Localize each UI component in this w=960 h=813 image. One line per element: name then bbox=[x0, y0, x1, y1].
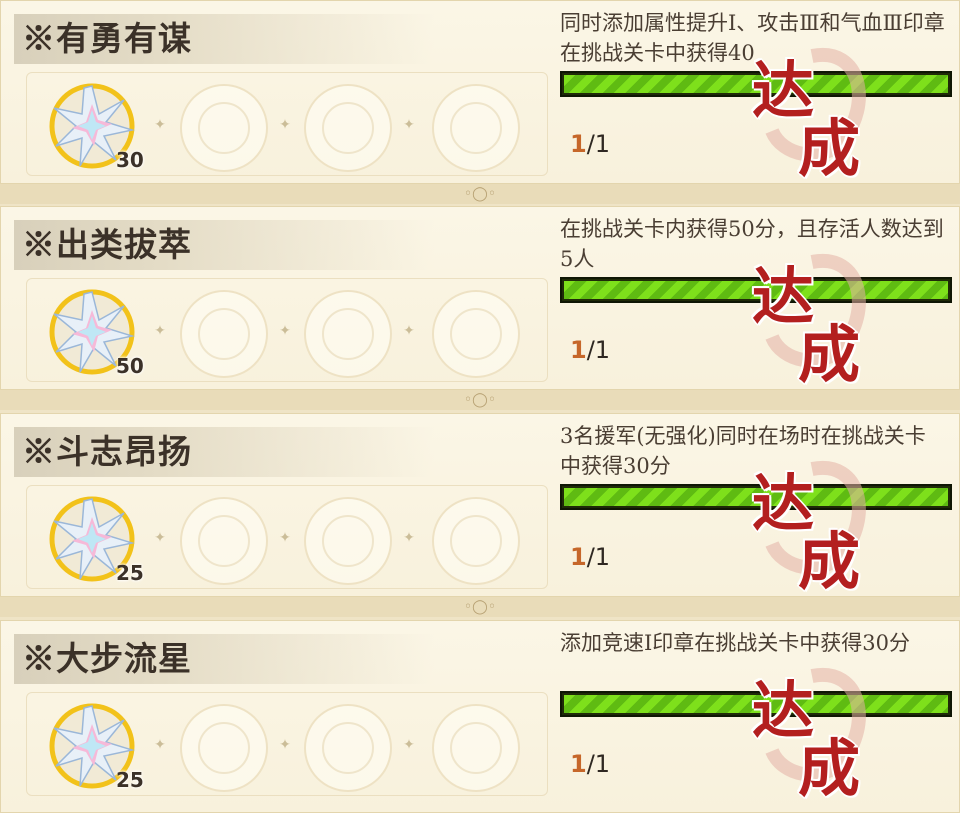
card-divider: ◦◯◦ bbox=[0, 184, 960, 204]
reward-count: 25 bbox=[116, 768, 144, 792]
reward-count: 30 bbox=[116, 148, 144, 172]
progress-text: 1/1 bbox=[570, 336, 610, 364]
ornament-divider-icon: ◦◯◦ bbox=[463, 599, 497, 615]
ornament-divider-icon: ◦◯◦ bbox=[463, 392, 497, 408]
completed-stamp: 达 成 bbox=[742, 656, 872, 805]
progress-text: 1/1 bbox=[570, 750, 610, 778]
stamp-char: 成 bbox=[798, 112, 861, 185]
divider-icon: ✦ bbox=[279, 737, 291, 753]
divider-icon: ✦ bbox=[403, 530, 415, 546]
card-divider: ◦◯◦ bbox=[0, 390, 960, 410]
empty-slot-icon bbox=[180, 84, 268, 172]
progress-text: 1/1 bbox=[570, 130, 610, 158]
completed-stamp: 达 成 bbox=[742, 242, 872, 391]
empty-slot-icon bbox=[304, 704, 392, 792]
divider-icon: ✦ bbox=[403, 117, 415, 133]
stamp-char: 成 bbox=[798, 318, 861, 391]
stamp-char: 成 bbox=[798, 525, 861, 598]
progress-current: 1 bbox=[570, 750, 587, 778]
empty-slot-icon bbox=[432, 84, 520, 172]
achievement-list: ※有勇有谋 30 ✦ ✦ ✦ 同时添加属性提升Ⅰ、攻击Ⅲ和气血Ⅲ印章在挑战关卡中… bbox=[0, 0, 960, 813]
progress-current: 1 bbox=[570, 336, 587, 364]
divider-icon: ✦ bbox=[403, 737, 415, 753]
progress-total: /1 bbox=[586, 750, 611, 778]
divider-icon: ✦ bbox=[403, 323, 415, 339]
achievement-card: ※斗志昂扬 25 ✦ ✦ ✦ 3名援军(无强化)同时在场时在挑战关卡中获得30分… bbox=[0, 413, 960, 598]
progress-current: 1 bbox=[570, 130, 587, 158]
achievement-title: ※有勇有谋 bbox=[22, 19, 192, 58]
empty-slot-icon bbox=[432, 290, 520, 378]
empty-slot-icon bbox=[304, 84, 392, 172]
achievement-title: ※出类拔萃 bbox=[22, 225, 192, 264]
completed-stamp: 达 成 bbox=[742, 449, 872, 598]
empty-slot-icon bbox=[180, 704, 268, 792]
achievement-card: ※出类拔萃 50 ✦ ✦ ✦ 在挑战关卡内获得50分，且存活人数达到5人 1/1… bbox=[0, 206, 960, 391]
reward-count: 25 bbox=[116, 561, 144, 585]
progress-text: 1/1 bbox=[570, 543, 610, 571]
ornament-divider-icon: ◦◯◦ bbox=[463, 186, 497, 202]
progress-total: /1 bbox=[586, 130, 611, 158]
achievement-card: ※有勇有谋 30 ✦ ✦ ✦ 同时添加属性提升Ⅰ、攻击Ⅲ和气血Ⅲ印章在挑战关卡中… bbox=[0, 0, 960, 185]
empty-slot-icon bbox=[180, 290, 268, 378]
card-divider: ◦◯◦ bbox=[0, 597, 960, 617]
progress-total: /1 bbox=[586, 543, 611, 571]
achievement-description: 添加竞速Ⅰ印章在挑战关卡中获得30分 bbox=[560, 631, 911, 655]
divider-icon: ✦ bbox=[279, 117, 291, 133]
divider-icon: ✦ bbox=[154, 323, 166, 339]
divider-icon: ✦ bbox=[154, 737, 166, 753]
achievement-title: ※斗志昂扬 bbox=[22, 432, 192, 471]
divider-icon: ✦ bbox=[154, 117, 166, 133]
empty-slot-icon bbox=[304, 497, 392, 585]
divider-icon: ✦ bbox=[279, 530, 291, 546]
reward-count: 50 bbox=[116, 354, 144, 378]
empty-slot-icon bbox=[432, 497, 520, 585]
divider-icon: ✦ bbox=[154, 530, 166, 546]
progress-total: /1 bbox=[586, 336, 611, 364]
empty-slot-icon bbox=[180, 497, 268, 585]
divider-icon: ✦ bbox=[279, 323, 291, 339]
completed-stamp: 达 成 bbox=[742, 36, 872, 185]
progress-current: 1 bbox=[570, 543, 587, 571]
stamp-char: 成 bbox=[798, 732, 861, 805]
empty-slot-icon bbox=[432, 704, 520, 792]
achievement-card: ※大步流星 25 ✦ ✦ ✦ 添加竞速Ⅰ印章在挑战关卡中获得30分 1/1 达 … bbox=[0, 620, 960, 813]
achievement-title: ※大步流星 bbox=[22, 639, 192, 678]
empty-slot-icon bbox=[304, 290, 392, 378]
